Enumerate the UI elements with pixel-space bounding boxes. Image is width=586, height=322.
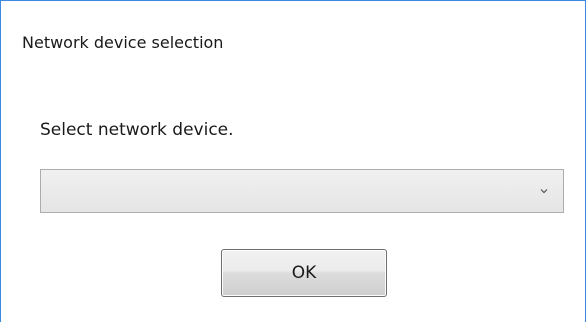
ok-button[interactable]: OK: [221, 249, 387, 297]
dialog-title: Network device selection: [22, 33, 224, 52]
network-device-select[interactable]: [40, 169, 564, 213]
network-device-dialog: Network device selection Select network …: [0, 0, 586, 322]
select-device-label: Select network device.: [40, 120, 234, 140]
chevron-down-icon[interactable]: [539, 186, 549, 196]
